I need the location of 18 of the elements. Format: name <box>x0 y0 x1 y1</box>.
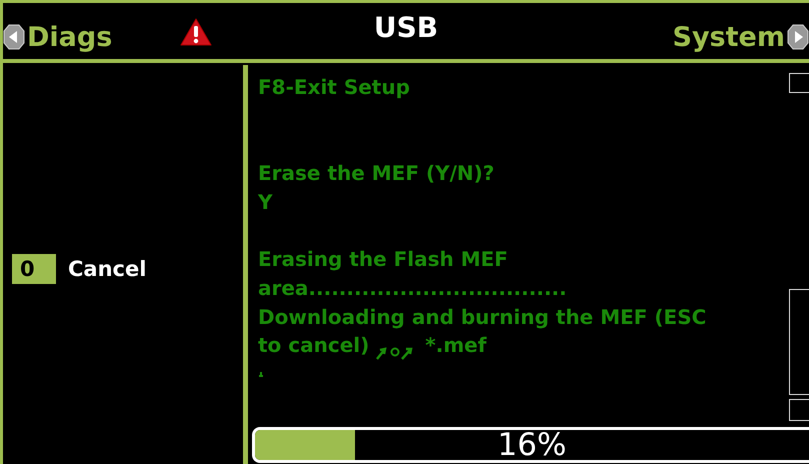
scrollbar-drawing <box>789 399 809 421</box>
terminal-line: to cancel) <box>258 332 370 360</box>
terminal-line: area.................................. <box>258 274 567 302</box>
terminal-line: Erase the MEF (Y/N)? <box>258 160 494 188</box>
terminal-line: F8-Exit Setup <box>258 74 410 101</box>
terminal-line: Erasing the Flash MEF <box>258 246 508 274</box>
diags-tab[interactable]: Diags <box>3 22 112 52</box>
terminal-line: Y <box>258 188 272 216</box>
scrollbar-drawing <box>789 73 809 93</box>
system-tab[interactable]: System <box>672 22 809 52</box>
cancel-softkey[interactable]: 0 Cancel <box>12 254 243 284</box>
right-arrow-icon <box>787 24 809 50</box>
terminal-line: Downloading and burning the MEF (ESC <box>258 304 706 330</box>
key-number: 0 <box>12 254 56 284</box>
left-arrow-icon <box>3 24 25 50</box>
terminal-text: *.mef <box>425 332 486 360</box>
progress-reading: 16% <box>496 430 568 460</box>
screen-title: USB <box>374 11 438 44</box>
